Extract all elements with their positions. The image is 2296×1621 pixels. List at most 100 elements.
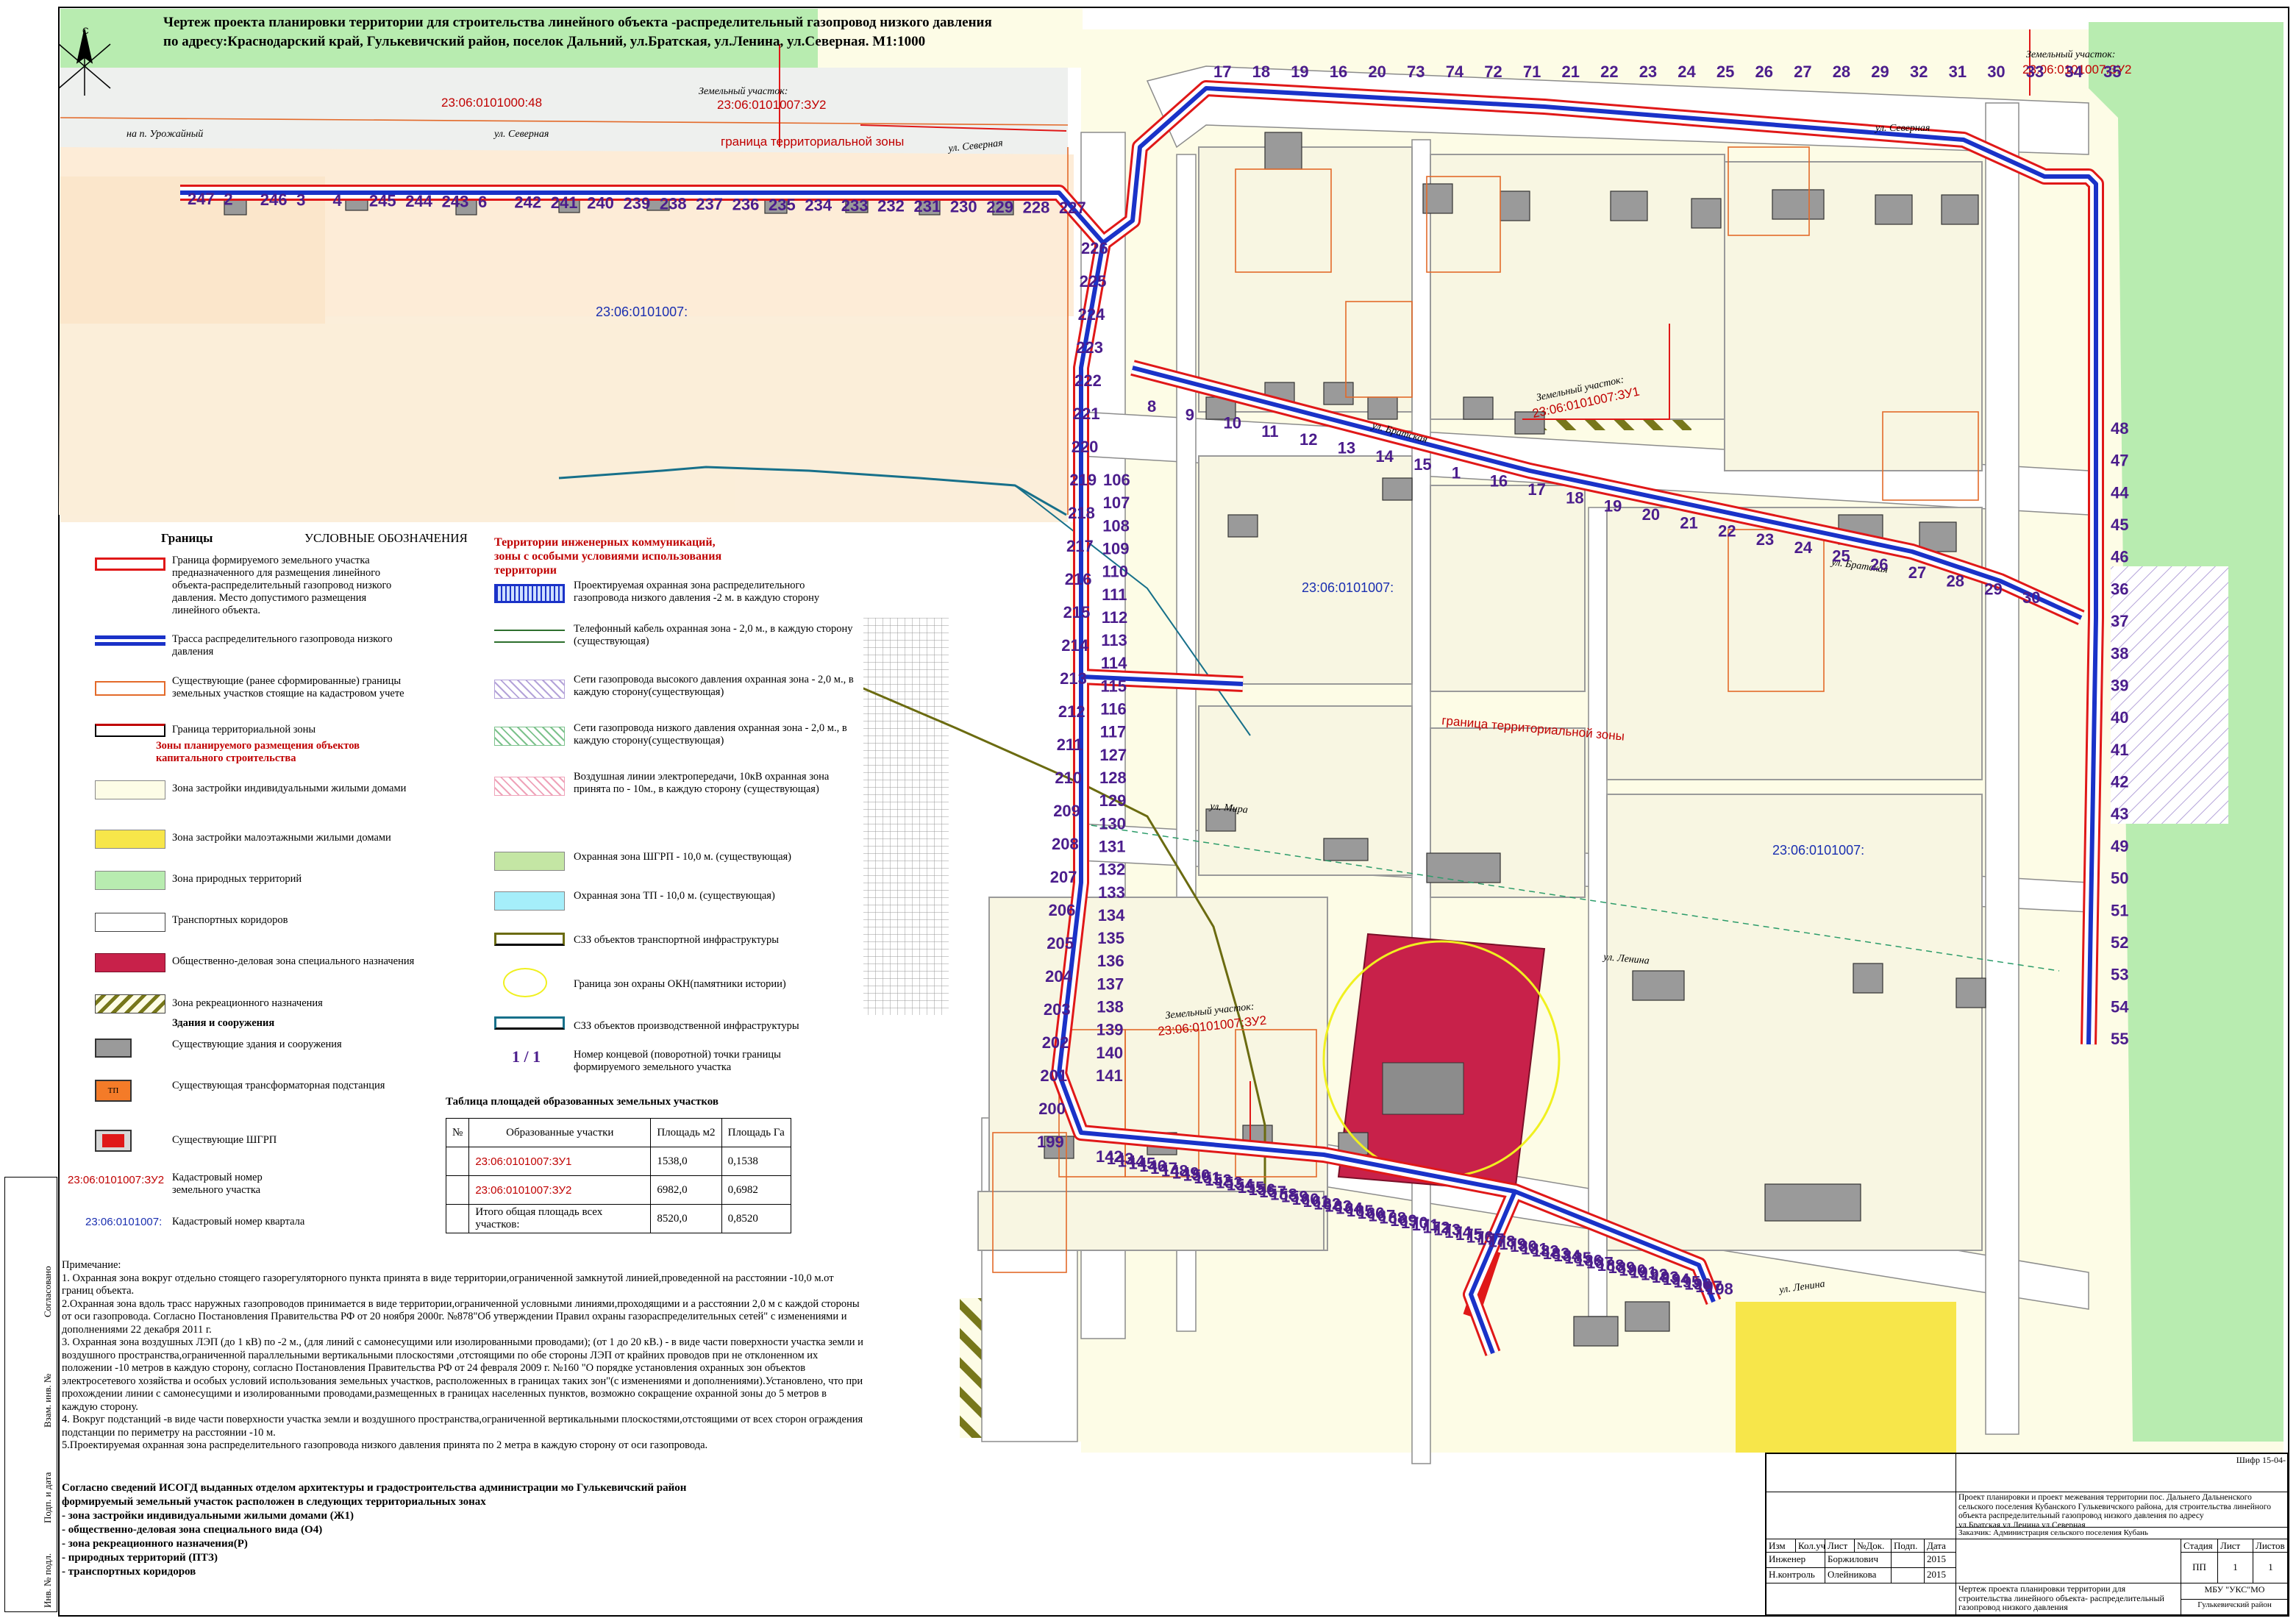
legend-right-3: Сети газопровода низкого давления охранн…	[574, 722, 847, 747]
point-number: 17	[1527, 480, 1545, 499]
title-line-1: Чертеж проекта планировки территории для…	[163, 15, 992, 30]
street-uroch: на п. Урожайный	[126, 129, 203, 140]
legend-item-pipe: Трасса распределительного газопровода ни…	[172, 633, 393, 658]
point-number: 47	[2111, 452, 2128, 470]
point-number: 46	[2111, 548, 2128, 566]
legend-swatch-nature	[95, 871, 165, 890]
legend-building-shgrp: Существующие ШГРП	[172, 1134, 277, 1146]
side-stamp-agreed: Согласовано	[42, 1266, 53, 1317]
point-number: 20	[1368, 63, 1386, 81]
point-number: 30	[2022, 588, 2040, 607]
legend-right-1: Телефонный кабель охранная зона - 2,0 м.…	[574, 623, 853, 647]
point-number: 51	[2111, 901, 2128, 919]
block-4	[1198, 455, 1413, 685]
stamp-sheet: 1	[2218, 1553, 2253, 1583]
side-stamp-sign-date: Подп. и дата	[42, 1472, 53, 1523]
point-number: 10	[1224, 414, 1241, 432]
point-number: 226	[1081, 239, 1108, 257]
legend-swatch-prot-gas	[494, 584, 565, 603]
street-severnaya-3: ул. Северная	[1874, 123, 1930, 134]
legend-swatch-transport	[95, 913, 165, 932]
legend-zone-recreation: Зона рекреационного назначения	[172, 997, 323, 1009]
parcel-zu2-caption: Земельный участок:	[699, 86, 788, 97]
stamp-org-name: МБУ "УКС"МО	[2181, 1583, 2289, 1600]
point-number: 114	[1101, 654, 1127, 672]
point-number: 30	[1987, 63, 2005, 81]
point-number: 140	[1096, 1044, 1123, 1062]
point-number: 15	[1413, 455, 1431, 474]
point-number: 236	[732, 196, 760, 214]
block-1	[1198, 146, 1413, 413]
stamp-blank	[1766, 1583, 1956, 1616]
point-number: 32	[1910, 63, 1928, 81]
legend-item-zone: Граница территориальной зоны	[172, 724, 316, 735]
point-number: 29	[1984, 580, 2002, 599]
isogd-line: Согласно сведений ИСОГД выданных отделом…	[62, 1482, 687, 1494]
point-number: 28	[1833, 63, 1850, 81]
isogd-block: Согласно сведений ИСОГД выданных отделом…	[62, 1481, 871, 1579]
north-label: С	[82, 26, 89, 36]
low-rise-zone	[1736, 1302, 1956, 1453]
dense-grid-area	[860, 618, 949, 1015]
quarter-label-east: 23:06:0101007:	[1772, 843, 1864, 858]
block-5	[1430, 485, 1586, 692]
point-number: 127	[1099, 746, 1127, 764]
title-block: Шифр 15-04- Проект планировки и проект м…	[1765, 1453, 2289, 1616]
point-number: 52	[2111, 933, 2128, 952]
point-number: 110	[1102, 563, 1129, 581]
stamp-col: Лист	[1825, 1539, 1855, 1553]
stamp-blank	[1766, 1454, 1956, 1492]
point-number: 109	[1102, 540, 1130, 558]
point-number: 53	[2111, 966, 2128, 984]
point-number: 9	[1186, 405, 1194, 424]
point-number: 220	[1072, 438, 1099, 456]
point-number: 207	[1050, 868, 1077, 886]
point-number: 73	[1407, 63, 1425, 81]
street-severnaya-1: ул. Северная	[493, 129, 549, 140]
point-number: 237	[696, 195, 723, 213]
notes-block: Примечание: 1. Охранная зона вокруг отде…	[62, 1259, 863, 1453]
legend-swatch-power	[494, 777, 565, 796]
parcel-zu2-code: 23:06:0101007:ЗУ2	[717, 98, 827, 112]
point-number: 50	[2111, 869, 2128, 888]
point-number: 131	[1099, 838, 1126, 856]
isogd-line: - зона рекреационного назначения(Р)	[62, 1538, 248, 1550]
point-number: 215	[1063, 603, 1091, 621]
legend-swatch-shgrp-zone	[494, 852, 565, 871]
legend-zone-public: Общественно-деловая зона специального на…	[172, 955, 415, 967]
stamp-blank	[1766, 1492, 1956, 1539]
point-number: 26	[1870, 555, 1888, 574]
stamp-drawing-title: Чертеж проекта планировки территории для…	[1956, 1583, 2181, 1616]
stamp-blank	[1892, 1568, 1925, 1583]
legend-swatch-phone	[494, 630, 565, 643]
point-number: 199	[1037, 1133, 1064, 1151]
stamp-engineer-name: Боржилович	[1825, 1553, 1892, 1568]
point-number: 49	[2111, 837, 2128, 855]
point-number: 54	[2111, 997, 2129, 1016]
point-number: 113	[1101, 631, 1127, 649]
legend-zones-heading: Зоны планируемого размещения объектов ка…	[156, 740, 360, 764]
point-number: 132	[1099, 861, 1126, 879]
point-number: 219	[1069, 471, 1097, 489]
legend-swatch-parcel	[95, 557, 165, 571]
point-number: 206	[1049, 901, 1076, 919]
note-line: 1. Охранная зона вокруг отдельно стоящег…	[62, 1272, 834, 1297]
drawing-sheet: С 23:06:0101007: 23:06:0101007: 23:06:01…	[0, 0, 2296, 1621]
point-number: 108	[1102, 516, 1130, 535]
area-cell: 23:06:0101007:ЗУ1	[468, 1147, 652, 1176]
side-stamp: Согласовано Взам. инв. № Подп. и дата Ин…	[4, 1177, 57, 1612]
point-number: 25	[1832, 547, 1850, 566]
quarter-label-west: 23:06:0101007:	[596, 304, 688, 319]
legend-swatch-szz-transport	[494, 933, 565, 946]
isogd-line: - транспортных коридоров	[62, 1566, 196, 1578]
point-number: 217	[1066, 537, 1094, 555]
legend-building-tp: Существующая трансформаторная подстанция	[172, 1080, 385, 1091]
block-7	[1198, 705, 1413, 876]
point-number: 212	[1058, 702, 1085, 721]
point-number: 21	[1562, 63, 1580, 81]
point-number: 232	[877, 197, 905, 215]
point-number: 200	[1038, 1100, 1066, 1118]
stamp-blank	[1892, 1553, 1925, 1568]
note-line: 4. Вокруг подстанций -в виде части повер…	[62, 1414, 863, 1439]
point-number: 129	[1099, 791, 1127, 810]
